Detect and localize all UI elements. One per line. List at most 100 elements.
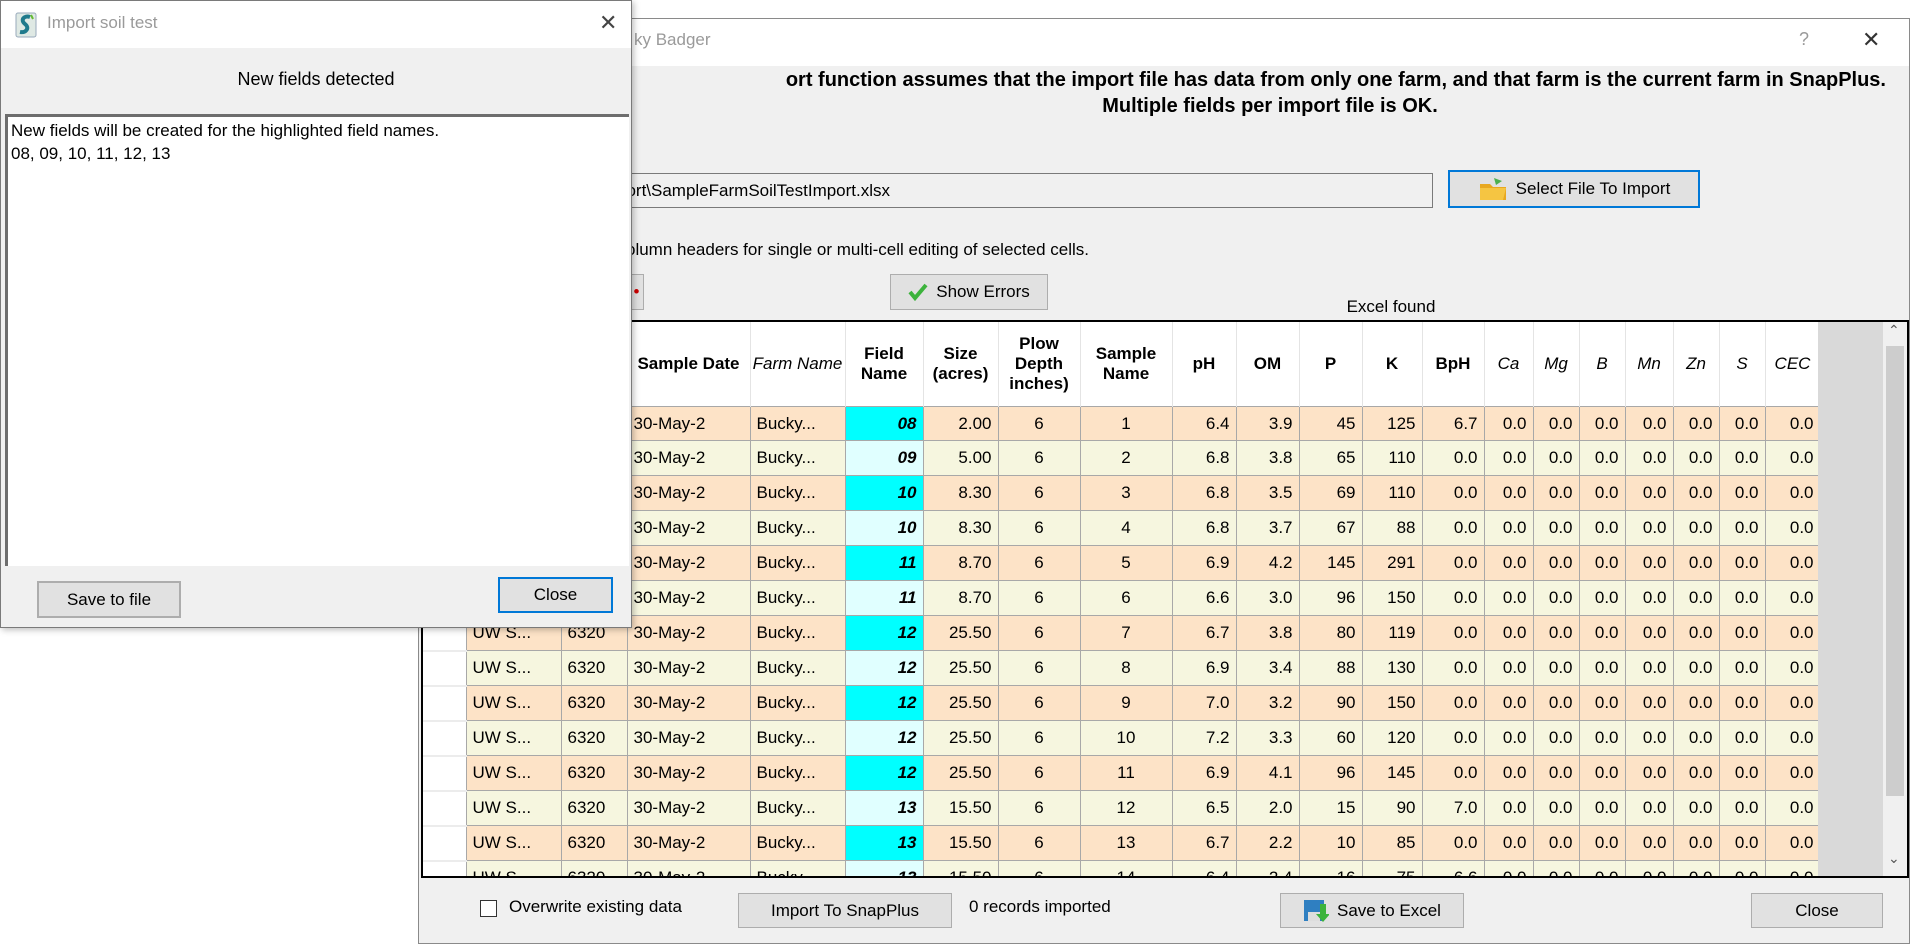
table-cell[interactable]: 0.0: [1421, 720, 1485, 756]
column-header[interactable]: Mn: [1625, 322, 1674, 407]
table-cell[interactable]: 0.0: [1718, 860, 1766, 876]
table-cell[interactable]: 0.0: [1532, 406, 1580, 441]
table-cell[interactable]: 65: [1298, 440, 1363, 476]
table-cell[interactable]: 0.0: [1624, 685, 1674, 721]
table-cell[interactable]: 30-May-2: [626, 580, 751, 616]
table-cell[interactable]: 0.0: [1421, 545, 1485, 581]
soil-test-grid[interactable]: Sample Date Farm Name Field Name Size (acre…: [421, 320, 1909, 878]
field-name-cell[interactable]: 12: [844, 650, 924, 686]
table-cell[interactable]: 85: [1361, 825, 1423, 861]
column-header[interactable]: B: [1579, 322, 1626, 407]
table-cell[interactable]: 90: [1298, 685, 1363, 721]
table-cell[interactable]: 60: [1298, 720, 1363, 756]
table-cell[interactable]: 0.0: [1421, 580, 1485, 616]
dialog-close-icon[interactable]: ✕: [599, 10, 617, 36]
table-cell[interactable]: 291: [1361, 545, 1423, 581]
table-cell[interactable]: 0.0: [1483, 685, 1534, 721]
table-cell[interactable]: 3.7: [1235, 510, 1300, 546]
table-cell[interactable]: 0.0: [1672, 825, 1720, 861]
column-header[interactable]: OM: [1236, 322, 1300, 407]
table-cell[interactable]: Bucky...: [749, 615, 846, 651]
table-cell[interactable]: 6: [997, 825, 1081, 861]
table-cell[interactable]: 0.0: [1624, 825, 1674, 861]
table-cell[interactable]: 0.0: [1578, 685, 1626, 721]
field-name-cell[interactable]: 11: [844, 545, 924, 581]
table-cell[interactable]: 119: [1361, 615, 1423, 651]
table-cell[interactable]: 0.0: [1578, 545, 1626, 581]
table-cell[interactable]: 0.0: [1421, 475, 1485, 511]
column-header[interactable]: Zn: [1673, 322, 1720, 407]
table-cell[interactable]: 0.0: [1483, 825, 1534, 861]
table-cell[interactable]: 0.0: [1578, 720, 1626, 756]
field-name-cell[interactable]: 10: [844, 510, 924, 546]
table-cell[interactable]: Bucky...: [749, 580, 846, 616]
table-cell[interactable]: 6.6: [1171, 580, 1237, 616]
table-cell[interactable]: 0.0: [1421, 440, 1485, 476]
table-cell[interactable]: 6320: [560, 720, 628, 756]
table-cell[interactable]: 3.4: [1235, 650, 1300, 686]
table-cell[interactable]: 0.0: [1764, 475, 1821, 511]
column-header[interactable]: Sample Name: [1080, 322, 1173, 407]
table-cell[interactable]: 4: [1079, 510, 1173, 546]
field-name-cell[interactable]: 09: [844, 440, 924, 476]
table-cell[interactable]: 15: [1298, 790, 1363, 826]
table-cell[interactable]: 0.0: [1532, 685, 1580, 721]
table-cell[interactable]: Bucky...: [749, 860, 846, 876]
table-cell[interactable]: 0.0: [1672, 406, 1720, 441]
table-cell[interactable]: 30-May-2: [626, 475, 751, 511]
column-header[interactable]: Mg: [1533, 322, 1580, 407]
column-header[interactable]: Farm Name: [750, 322, 846, 407]
table-cell[interactable]: 7.0: [1171, 685, 1237, 721]
table-cell[interactable]: UW S...: [465, 860, 562, 876]
table-cell[interactable]: 6.7: [1421, 406, 1485, 441]
table-cell[interactable]: Bucky...: [749, 406, 846, 441]
table-cell[interactable]: 6320: [560, 685, 628, 721]
new-fields-textbox[interactable]: New fields will be created for the highl…: [5, 114, 629, 566]
table-cell[interactable]: 0.0: [1532, 825, 1580, 861]
column-header[interactable]: Ca: [1484, 322, 1534, 407]
field-name-cell[interactable]: 12: [844, 615, 924, 651]
table-cell[interactable]: UW S...: [465, 685, 562, 721]
table-cell[interactable]: 0.0: [1483, 790, 1534, 826]
column-header[interactable]: P: [1299, 322, 1363, 407]
table-cell[interactable]: 110: [1361, 440, 1423, 476]
table-cell[interactable]: 0.0: [1483, 650, 1534, 686]
table-cell[interactable]: UW S...: [465, 790, 562, 826]
table-cell[interactable]: 0.0: [1483, 440, 1534, 476]
table-cell[interactable]: 6.7: [1171, 615, 1237, 651]
scroll-down-icon[interactable]: ⌄: [1888, 850, 1900, 867]
table-cell[interactable]: 0.0: [1764, 580, 1821, 616]
table-cell[interactable]: 25.50: [922, 650, 999, 686]
table-cell[interactable]: 0.0: [1718, 825, 1766, 861]
table-cell[interactable]: 0.0: [1578, 615, 1626, 651]
table-cell[interactable]: 69: [1298, 475, 1363, 511]
table-cell[interactable]: 8.70: [922, 545, 999, 581]
scroll-up-icon[interactable]: ⌃: [1888, 322, 1900, 339]
table-cell[interactable]: 16: [1298, 860, 1363, 876]
table-cell[interactable]: 0.0: [1578, 475, 1626, 511]
field-name-cell[interactable]: 10: [844, 475, 924, 511]
table-cell[interactable]: 6320: [560, 825, 628, 861]
table-cell[interactable]: 6: [997, 790, 1081, 826]
table-cell[interactable]: 25.50: [922, 720, 999, 756]
table-cell[interactable]: 0.0: [1764, 720, 1821, 756]
table-cell[interactable]: UW S...: [465, 825, 562, 861]
column-header[interactable]: Plow Depth inches): [998, 322, 1081, 407]
table-cell[interactable]: 0.0: [1624, 650, 1674, 686]
table-cell[interactable]: 150: [1361, 685, 1423, 721]
table-cell[interactable]: 6: [997, 510, 1081, 546]
table-cell[interactable]: 0.0: [1624, 720, 1674, 756]
table-cell[interactable]: 3: [1079, 475, 1173, 511]
table-cell[interactable]: 0.0: [1672, 790, 1720, 826]
table-cell[interactable]: 6: [997, 440, 1081, 476]
table-cell[interactable]: 0.0: [1672, 650, 1720, 686]
table-cell[interactable]: 6.8: [1171, 510, 1237, 546]
overwrite-checkbox[interactable]: [480, 900, 497, 917]
table-cell[interactable]: 0.0: [1672, 475, 1720, 511]
table-cell[interactable]: 0.0: [1421, 615, 1485, 651]
table-cell[interactable]: 0.0: [1718, 720, 1766, 756]
table-cell[interactable]: 80: [1298, 615, 1363, 651]
table-cell[interactable]: 0.0: [1764, 615, 1821, 651]
table-cell[interactable]: 5: [1079, 545, 1173, 581]
column-header[interactable]: K: [1362, 322, 1423, 407]
